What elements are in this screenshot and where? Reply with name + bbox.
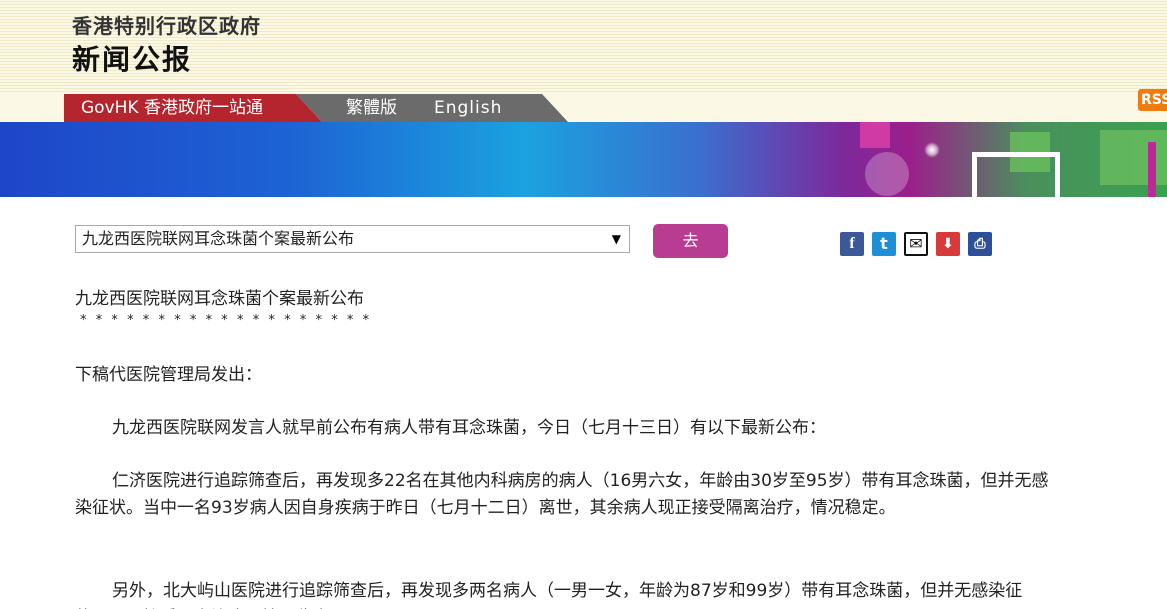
- traditional-chinese-link[interactable]: 繁體版: [346, 94, 397, 122]
- pdf-icon[interactable]: ⬇: [936, 232, 960, 256]
- article-paragraph: 九龙西医院联网发言人就早前公布有病人带有耳念珠菌，今日（七月十三日）有以下最新公…: [112, 418, 826, 438]
- banner-decoration: [865, 152, 909, 196]
- language-bar: [296, 94, 568, 122]
- government-name: 香港特别行政区政府: [72, 14, 261, 38]
- page-header: 香港特别行政区政府 新闻公报: [0, 0, 1167, 94]
- press-release-title[interactable]: 新闻公报: [72, 38, 192, 78]
- top-navigation: GovHK 香港政府一站通 繁體版 English: [0, 94, 1167, 122]
- header-banner: [0, 122, 1167, 197]
- sparkle-icon: [924, 142, 940, 158]
- rss-button[interactable]: RSS: [1138, 89, 1167, 111]
- banner-decoration: [972, 152, 1060, 197]
- select-value: 九龙西医院联网耳念珠菌个案最新公布: [82, 229, 355, 248]
- twitter-icon[interactable]: t: [872, 232, 896, 256]
- govhk-link[interactable]: GovHK 香港政府一站通: [64, 94, 322, 122]
- banner-decoration: [860, 122, 890, 148]
- article-paragraph: 另外，北大屿山医院进行追踪筛查后，再发现多两名病人（一男一女，年龄为87岁和99…: [75, 581, 1023, 609]
- article-source: 下稿代医院管理局发出：: [75, 365, 262, 385]
- banner-decoration: [1148, 142, 1156, 197]
- banner-decoration: [1100, 130, 1167, 185]
- print-icon[interactable]: ⎙: [968, 232, 992, 256]
- english-link[interactable]: English: [434, 94, 502, 122]
- article-paragraph: 仁济医院进行追踪筛查后，再发现多22名在其他内科病房的病人（16男六女，年龄由3…: [75, 471, 1049, 518]
- facebook-icon[interactable]: f: [840, 232, 864, 256]
- email-icon[interactable]: ✉: [904, 232, 928, 256]
- dropdown-arrow-icon: ▼: [611, 232, 621, 246]
- go-button[interactable]: 去: [653, 224, 728, 258]
- title-underline-stars: *******************: [80, 313, 379, 328]
- article-title: 九龙西医院联网耳念珠菌个案最新公布: [75, 289, 364, 309]
- press-release-select[interactable]: 九龙西医院联网耳念珠菌个案最新公布 ▼: [75, 225, 630, 253]
